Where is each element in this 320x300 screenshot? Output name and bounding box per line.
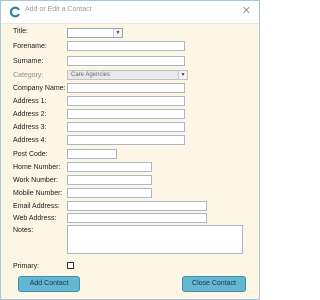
add-contact-button[interactable]: Add Contact [18,276,80,292]
address3-input[interactable] [67,122,185,132]
home-number-input[interactable] [67,162,152,172]
email-input[interactable] [67,201,207,211]
mobile-number-label: Mobile Number: [13,190,63,197]
chevron-down-icon: ▼ [113,29,122,37]
web-address-label: Web Address: [13,215,57,222]
address1-input[interactable] [67,96,185,106]
chevron-down-icon: ▼ [178,71,187,79]
title-bar: Add or Edit a Contact ✕ [1,1,259,24]
primary-checkbox[interactable] [67,262,74,269]
company-label: Company Name: [13,85,66,92]
title-select[interactable]: ▼ [67,28,123,38]
work-number-label: Work Number: [13,177,58,184]
postcode-input[interactable] [67,149,117,159]
category-select-value: Care Agencies [71,72,111,78]
notes-label: Notes: [13,227,34,234]
address1-label: Address 1: [13,98,47,105]
surname-label: Surname: [13,58,44,65]
notes-textarea[interactable] [67,225,243,254]
title-label: Title: [13,28,28,35]
address4-input[interactable] [67,135,185,145]
primary-label: Primary: [13,263,40,270]
work-number-input[interactable] [67,175,152,185]
home-number-label: Home Number: [13,164,61,171]
window-title: Add or Edit a Contact [25,6,92,13]
postcode-label: Post Code: [13,151,48,158]
forename-input[interactable] [67,41,185,51]
surname-input[interactable] [67,56,185,66]
web-address-input[interactable] [67,213,207,223]
address3-label: Address 3: [13,124,47,131]
company-input[interactable] [67,83,185,93]
mobile-number-input[interactable] [67,188,152,198]
contact-dialog: Add or Edit a Contact ✕ Title: ▼ Forenam… [0,0,260,300]
forename-label: Forename: [13,43,47,50]
category-label: Category: [13,72,44,79]
address2-input[interactable] [67,109,185,119]
close-contact-button[interactable]: Close Contact [182,276,246,292]
close-icon[interactable]: ✕ [242,5,251,17]
address2-label: Address 2: [13,111,47,118]
category-select[interactable]: Care Agencies ▼ [67,70,188,80]
address4-label: Address 4: [13,137,47,144]
c-logo-icon [9,6,20,18]
email-label: Email Address: [13,203,60,210]
